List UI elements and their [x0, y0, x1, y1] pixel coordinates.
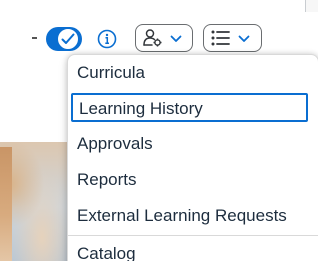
app-window: Curricula Learning History Approvals Rep… — [0, 0, 318, 261]
menu-item-label: Catalog — [77, 244, 136, 261]
show-toggle-switch[interactable] — [46, 27, 82, 51]
menu-item-reports[interactable]: Reports — [68, 162, 318, 198]
chevron-down-icon — [238, 35, 250, 42]
list-icon — [211, 30, 230, 46]
menu-item-external-learning-requests[interactable]: External Learning Requests — [68, 198, 318, 234]
navigation-dropdown-menu: Curricula Learning History Approvals Rep… — [67, 54, 318, 261]
menu-item-approvals[interactable]: Approvals — [68, 126, 318, 162]
separator-dash — [32, 37, 37, 39]
menu-item-label: Reports — [77, 170, 137, 189]
menu-item-label: External Learning Requests — [77, 206, 287, 225]
info-icon — [97, 29, 117, 49]
chevron-down-icon — [170, 35, 182, 42]
menu-item-label: Approvals — [77, 134, 153, 153]
divider — [305, 0, 306, 12]
scrollbar-corner — [305, 0, 318, 12]
info-button[interactable] — [96, 28, 118, 50]
people-settings-icon — [143, 29, 162, 47]
list-menu-button[interactable] — [203, 24, 262, 52]
menu-item-curricula[interactable]: Curricula — [68, 55, 318, 91]
background-image — [0, 142, 70, 261]
background-image-accent — [0, 147, 12, 261]
people-menu-button[interactable] — [135, 24, 193, 52]
checkmark-toggle-icon — [57, 28, 79, 50]
menu-item-learning-history[interactable]: Learning History — [71, 93, 308, 122]
menu-item-label: Learning History — [79, 99, 203, 118]
menu-item-catalog[interactable]: Catalog — [68, 236, 318, 261]
menu-item-label: Curricula — [77, 63, 146, 82]
